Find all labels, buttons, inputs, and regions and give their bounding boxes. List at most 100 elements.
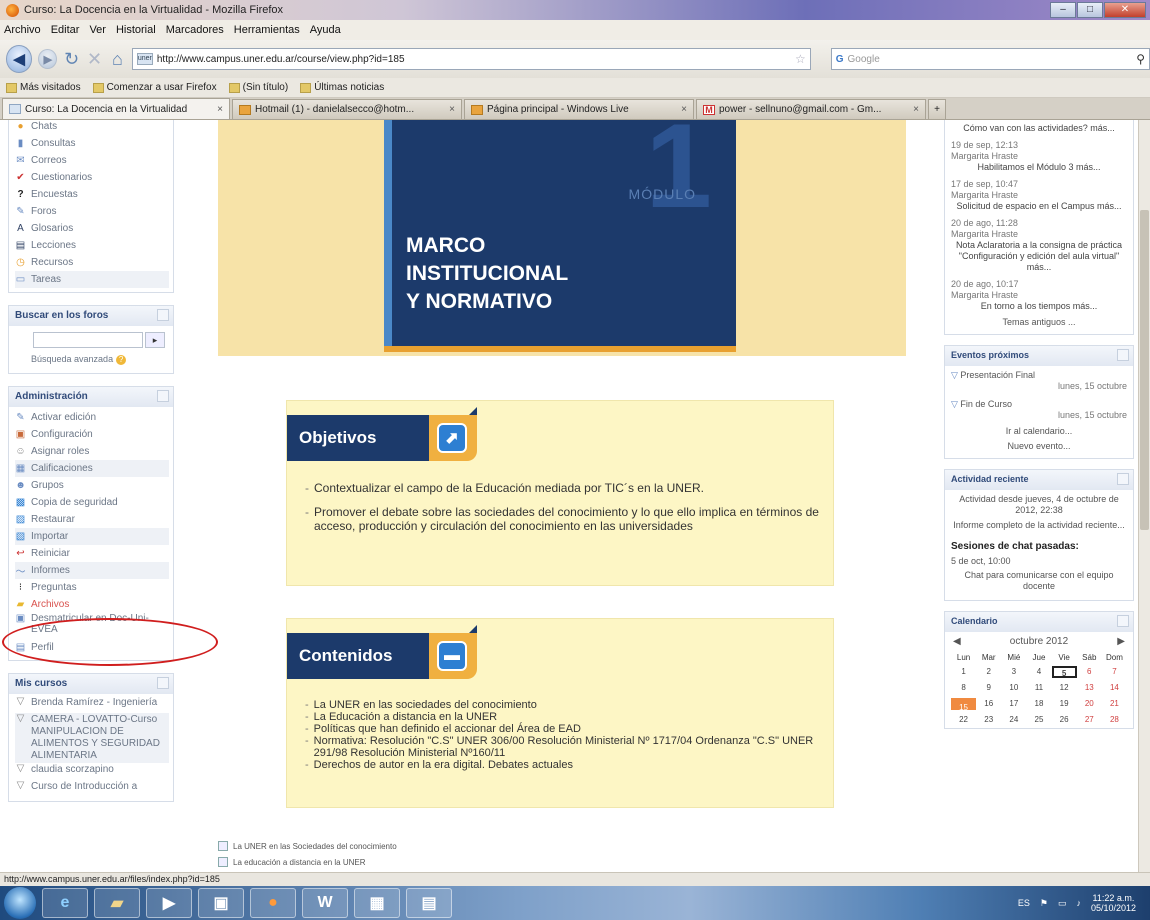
calendar-day[interactable]: 26 — [1052, 714, 1077, 726]
ie-icon[interactable]: e — [42, 888, 88, 918]
menu-historial[interactable]: Historial — [116, 24, 156, 36]
admin-grupos[interactable]: ☻ Grupos — [15, 477, 169, 494]
older-topics-link[interactable]: Temas antiguos ... — [945, 315, 1133, 334]
presentation-icon[interactable]: ▦ — [354, 888, 400, 918]
event-item[interactable]: ▽ Presentación Final lunes, 15 octubre — [945, 366, 1133, 395]
tab-windows-live[interactable]: Página principal - Windows Live × — [464, 99, 694, 119]
minimize-button[interactable]: – — [1050, 2, 1076, 18]
tab-gmail[interactable]: Mpower - sellnuno@gmail.com - Gm... × — [696, 99, 926, 119]
close-tab-icon[interactable]: × — [681, 104, 687, 115]
menu-ayuda[interactable]: Ayuda — [310, 24, 341, 36]
maximize-button[interactable]: □ — [1077, 2, 1103, 18]
activity-lecciones[interactable]: ▤ Lecciones — [15, 237, 169, 254]
calendar-day[interactable]: 13 — [1077, 682, 1102, 694]
forum-search-go-button[interactable]: ▸ — [145, 332, 165, 348]
calendar-day[interactable]: 24 — [1001, 714, 1026, 726]
calendar-day[interactable]: 2 — [976, 666, 1001, 678]
bookmark-ultimas-noticias[interactable]: Últimas noticias — [300, 82, 384, 93]
tab-hotmail[interactable]: Hotmail (1) - danielalsecco@hotm... × — [232, 99, 462, 119]
admin-desmatricular[interactable]: ▣ Desmatricular en Doc-Uni-EVEA — [15, 613, 169, 639]
calendar-day[interactable]: 11 — [1026, 682, 1051, 694]
resource-link[interactable]: La educación a distancia en la UNER — [218, 854, 397, 870]
back-button[interactable]: ◀ — [6, 45, 33, 73]
news-link[interactable]: Nota Aclaratoria a la consigna de prácti… — [951, 240, 1127, 273]
word-icon[interactable]: W — [302, 888, 348, 918]
calendar-day[interactable]: 5 — [1051, 666, 1077, 678]
firefox-task-icon[interactable]: ● — [250, 888, 296, 918]
scrollbar-thumb[interactable] — [1140, 210, 1149, 530]
block-toggle-icon[interactable] — [1117, 349, 1129, 361]
network-icon[interactable]: ▭ — [1058, 898, 1067, 909]
calendar-day[interactable]: 7 — [1102, 666, 1127, 678]
advanced-search-link[interactable]: Búsqueda avanzada? — [9, 350, 173, 373]
admin-importar[interactable]: ▧ Importar — [15, 527, 169, 545]
flag-icon[interactable]: ⚑ — [1040, 898, 1048, 909]
forward-button[interactable]: ▶ — [38, 49, 58, 69]
go-to-calendar-link[interactable]: Ir al calendario... — [945, 424, 1133, 439]
admin-activar-edicion[interactable]: ✎ Activar edición — [15, 409, 169, 426]
calendar-day[interactable]: 23 — [976, 714, 1001, 726]
admin-configuracion[interactable]: ▣ Configuración — [15, 426, 169, 443]
calendar-day[interactable]: 4 — [1026, 666, 1051, 678]
bookmark-star-icon[interactable]: ☆ — [795, 52, 806, 66]
activity-encuestas[interactable]: ? Encuestas — [15, 186, 169, 203]
admin-calificaciones[interactable]: ▦ Calificaciones — [15, 459, 169, 477]
event-item[interactable]: ▽ Fin de Curso lunes, 15 octubre — [945, 395, 1133, 424]
clock[interactable]: 11:22 a.m. 05/10/2012 — [1091, 893, 1136, 913]
block-toggle-icon[interactable] — [1117, 473, 1129, 485]
close-tab-icon[interactable]: × — [449, 104, 455, 115]
calendar-day[interactable]: 12 — [1052, 682, 1077, 694]
start-button[interactable] — [4, 887, 36, 919]
volume-icon[interactable]: ♪ — [1076, 898, 1081, 908]
calendar-day[interactable]: 14 — [1102, 682, 1127, 694]
new-tab-button[interactable]: + — [928, 99, 946, 119]
calendar-day[interactable]: 17 — [1001, 698, 1026, 710]
media-icon[interactable]: ▶ — [146, 888, 192, 918]
explorer-icon[interactable]: ▰ — [94, 888, 140, 918]
activity-correos[interactable]: ✉ Correos — [15, 152, 169, 169]
search-icon[interactable]: ⚲ — [1136, 52, 1145, 66]
course-item[interactable]: ▽ Curso de Introducción a — [15, 780, 169, 797]
calendar-day[interactable]: 8 — [951, 682, 976, 694]
activity-consultas[interactable]: ▮ Consultas — [15, 135, 169, 152]
stop-icon[interactable]: ✕ — [86, 49, 103, 70]
calendar-day[interactable]: 1 — [951, 666, 976, 678]
activity-cuestionarios[interactable]: ✔ Cuestionarios — [15, 169, 169, 186]
admin-restaurar[interactable]: ▨ Restaurar — [15, 511, 169, 528]
news-link[interactable]: Habilitamos el Módulo 3 más... — [951, 162, 1127, 173]
calendar-day[interactable]: 10 — [1001, 682, 1026, 694]
calendar-day[interactable]: 19 — [1052, 698, 1077, 710]
calendar-day[interactable]: 6 — [1077, 666, 1102, 678]
admin-archivos[interactable]: ▰ Archivos — [15, 596, 169, 613]
admin-informes[interactable]: 〜 Informes — [15, 561, 169, 579]
search-input[interactable]: G Google ⚲ — [830, 48, 1150, 70]
full-report-link[interactable]: Informe completo de la actividad recient… — [945, 518, 1133, 533]
block-toggle-icon[interactable] — [157, 389, 169, 402]
activity-foros[interactable]: ✎ Foros — [15, 203, 169, 220]
menu-herramientas[interactable]: Herramientas — [234, 24, 300, 36]
course-item[interactable]: ▽ Brenda Ramírez - Ingeniería — [15, 696, 169, 713]
calendar-day[interactable]: 27 — [1077, 714, 1102, 726]
course-item[interactable]: ▽ CAMERA - LOVATTO-Curso MANIPULACION DE … — [15, 712, 169, 763]
calendar-day[interactable]: 15 — [951, 698, 977, 712]
news-link[interactable]: Cómo van con las actividades? más... — [951, 123, 1127, 134]
address-bar[interactable]: uner http://www.campus.uner.edu.ar/cours… — [131, 48, 811, 70]
block-toggle-icon[interactable] — [157, 309, 169, 321]
calendar-day[interactable]: 28 — [1102, 714, 1127, 726]
activity-recursos[interactable]: ◷ Recursos — [15, 254, 169, 271]
close-tab-icon[interactable]: × — [913, 104, 919, 115]
close-window-button[interactable]: ✕ — [1104, 2, 1146, 18]
bookmark-comenzar[interactable]: Comenzar a usar Firefox — [92, 82, 217, 93]
calendar-day[interactable]: 21 — [1102, 698, 1127, 710]
tab-curso[interactable]: Curso: La Docencia en la Virtualidad × — [2, 98, 230, 119]
admin-copia-seguridad[interactable]: ▩ Copia de seguridad — [15, 494, 169, 511]
home-icon[interactable]: ⌂ — [109, 49, 126, 70]
close-tab-icon[interactable]: × — [217, 104, 223, 115]
calendar-day[interactable]: 9 — [976, 682, 1001, 694]
vertical-scrollbar[interactable] — [1138, 120, 1150, 872]
calendar-day[interactable]: 25 — [1026, 714, 1051, 726]
menu-archivo[interactable]: Archivo — [4, 24, 41, 36]
activity-chats[interactable]: ● Chats — [15, 120, 169, 135]
bookmark-mas-visitados[interactable]: Más visitados — [6, 82, 81, 93]
block-toggle-icon[interactable] — [157, 676, 169, 689]
